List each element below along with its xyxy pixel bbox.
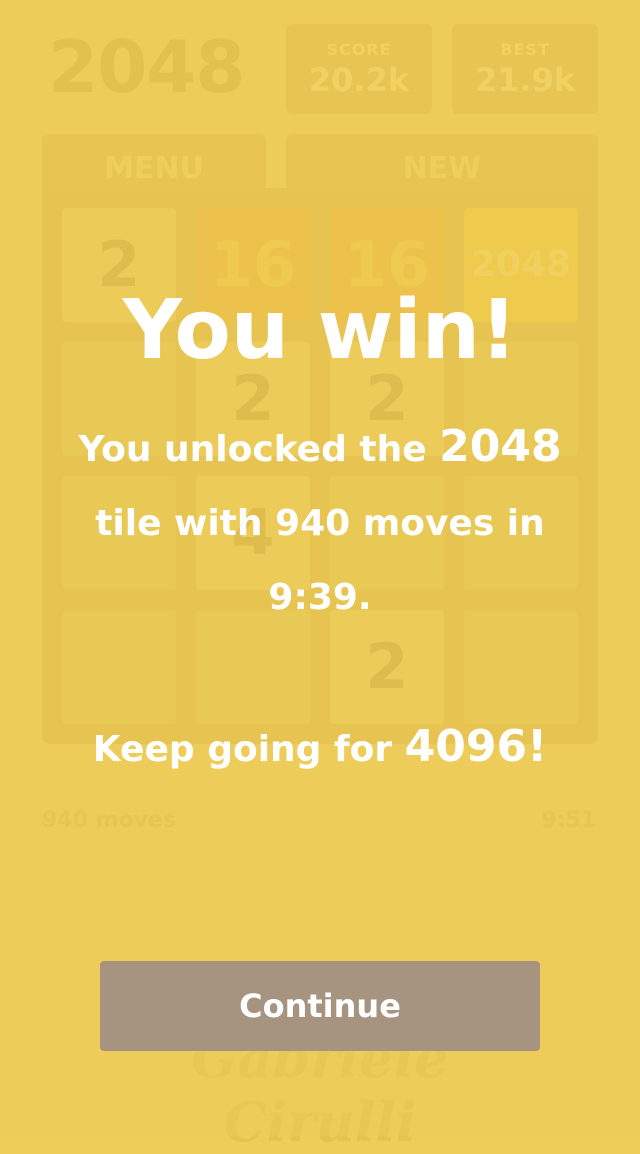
keep-going-message: Keep going for 4096! bbox=[0, 712, 640, 785]
win-title: You win! bbox=[122, 283, 518, 378]
win-message-text-end: tile with 940 moves in 9:39. bbox=[95, 503, 545, 618]
win-message-tile: 2048 bbox=[439, 421, 562, 472]
keep-going-text: Keep going for bbox=[92, 729, 405, 770]
keep-going-suffix: ! bbox=[527, 721, 548, 772]
win-message-text: You unlocked the bbox=[78, 429, 440, 470]
win-message: You unlocked the 2048 tile with 940 move… bbox=[70, 410, 570, 635]
keep-going-target: 4096 bbox=[404, 721, 528, 772]
continue-button[interactable]: Continue bbox=[100, 961, 540, 1051]
win-overlay: You win! You unlocked the 2048 tile with… bbox=[0, 0, 640, 1136]
